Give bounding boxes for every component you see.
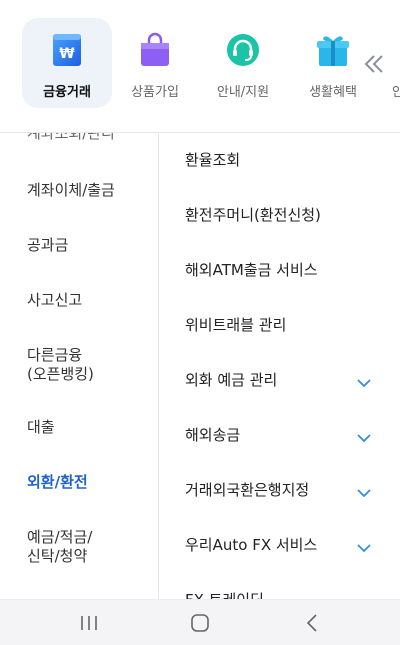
- chevron-down-icon[interactable]: [357, 434, 371, 443]
- tab-label-overflow[interactable]: 안: [392, 81, 400, 100]
- sub-menu-item-fx-trading[interactable]: FX 트레이딩: [185, 591, 264, 599]
- sub-menu-list: 환율조회 환전주머니(환전신청) 해외ATM출금 서비스 위비트래블 관리 외화…: [160, 133, 400, 599]
- headset-icon: [227, 34, 259, 66]
- sub-menu-item-overseas-remittance[interactable]: 해외송금: [185, 426, 240, 445]
- chevron-down-icon[interactable]: [357, 489, 371, 498]
- recent-apps-icon[interactable]: [78, 613, 100, 633]
- chevron-down-icon[interactable]: [357, 379, 371, 388]
- tab-label: 안내/지원: [216, 85, 270, 100]
- back-icon[interactable]: [302, 613, 324, 633]
- tab-label: 상품가입: [131, 85, 179, 100]
- sub-menu-item-exchange-rates[interactable]: 환율조회: [185, 151, 240, 170]
- sub-menu-item-fx-deposit[interactable]: 외화 예금 관리: [185, 371, 277, 390]
- chevron-down-icon[interactable]: [357, 544, 371, 553]
- tab-product-signup[interactable]: 상품가입: [110, 18, 200, 108]
- gift-box-icon: [317, 36, 349, 66]
- left-menu-item-open-banking[interactable]: 다른금융 (오픈뱅킹): [27, 346, 94, 384]
- left-menu-item-loan[interactable]: 대출: [27, 418, 55, 437]
- tab-label: 생활혜택: [309, 85, 357, 100]
- won-wallet-icon: ₩: [53, 34, 81, 66]
- left-menu-item-account-inquiry[interactable]: 계좌조회/관리: [27, 133, 115, 143]
- tab-label: 금융거래: [43, 85, 91, 100]
- shopping-bag-icon: [141, 32, 169, 66]
- double-chevron-left-icon[interactable]: [362, 52, 386, 76]
- home-icon[interactable]: [189, 613, 211, 633]
- left-menu-item-utility-bills[interactable]: 공과금: [27, 236, 68, 255]
- svg-text:₩: ₩: [59, 46, 75, 62]
- sub-menu-item-designated-bank[interactable]: 거래외국환은행지정: [185, 481, 309, 500]
- category-tab-bar: ₩ 금융거래 상품가입 안내/지원 생활혜택 안: [0, 0, 400, 133]
- sub-menu-item-overseas-atm[interactable]: 해외ATM출금 서비스: [185, 261, 318, 280]
- sub-menu-item-wibee-travel[interactable]: 위비트래블 관리: [185, 316, 286, 335]
- system-navigation-bar: [0, 599, 400, 645]
- left-menu-item-foreign-exchange[interactable]: 외환/환전: [27, 473, 88, 492]
- left-menu-item-transfer[interactable]: 계좌이체/출금: [27, 181, 115, 200]
- left-menu-item-deposits[interactable]: 예금/적금/ 신탁/청약: [27, 528, 92, 566]
- left-menu-item-incident-report[interactable]: 사고신고: [27, 291, 82, 310]
- tab-financial-transactions[interactable]: ₩ 금융거래: [22, 18, 112, 108]
- tab-guide-support[interactable]: 안내/지원: [198, 18, 288, 108]
- sub-menu-item-exchange-pocket[interactable]: 환전주머니(환전신청): [185, 206, 321, 225]
- left-category-menu: 계좌조회/관리 계좌이체/출금 공과금 사고신고 다른금융 (오픈뱅킹) 대출 …: [0, 133, 159, 599]
- sub-menu-item-auto-fx[interactable]: 우리Auto FX 서비스: [185, 536, 317, 555]
